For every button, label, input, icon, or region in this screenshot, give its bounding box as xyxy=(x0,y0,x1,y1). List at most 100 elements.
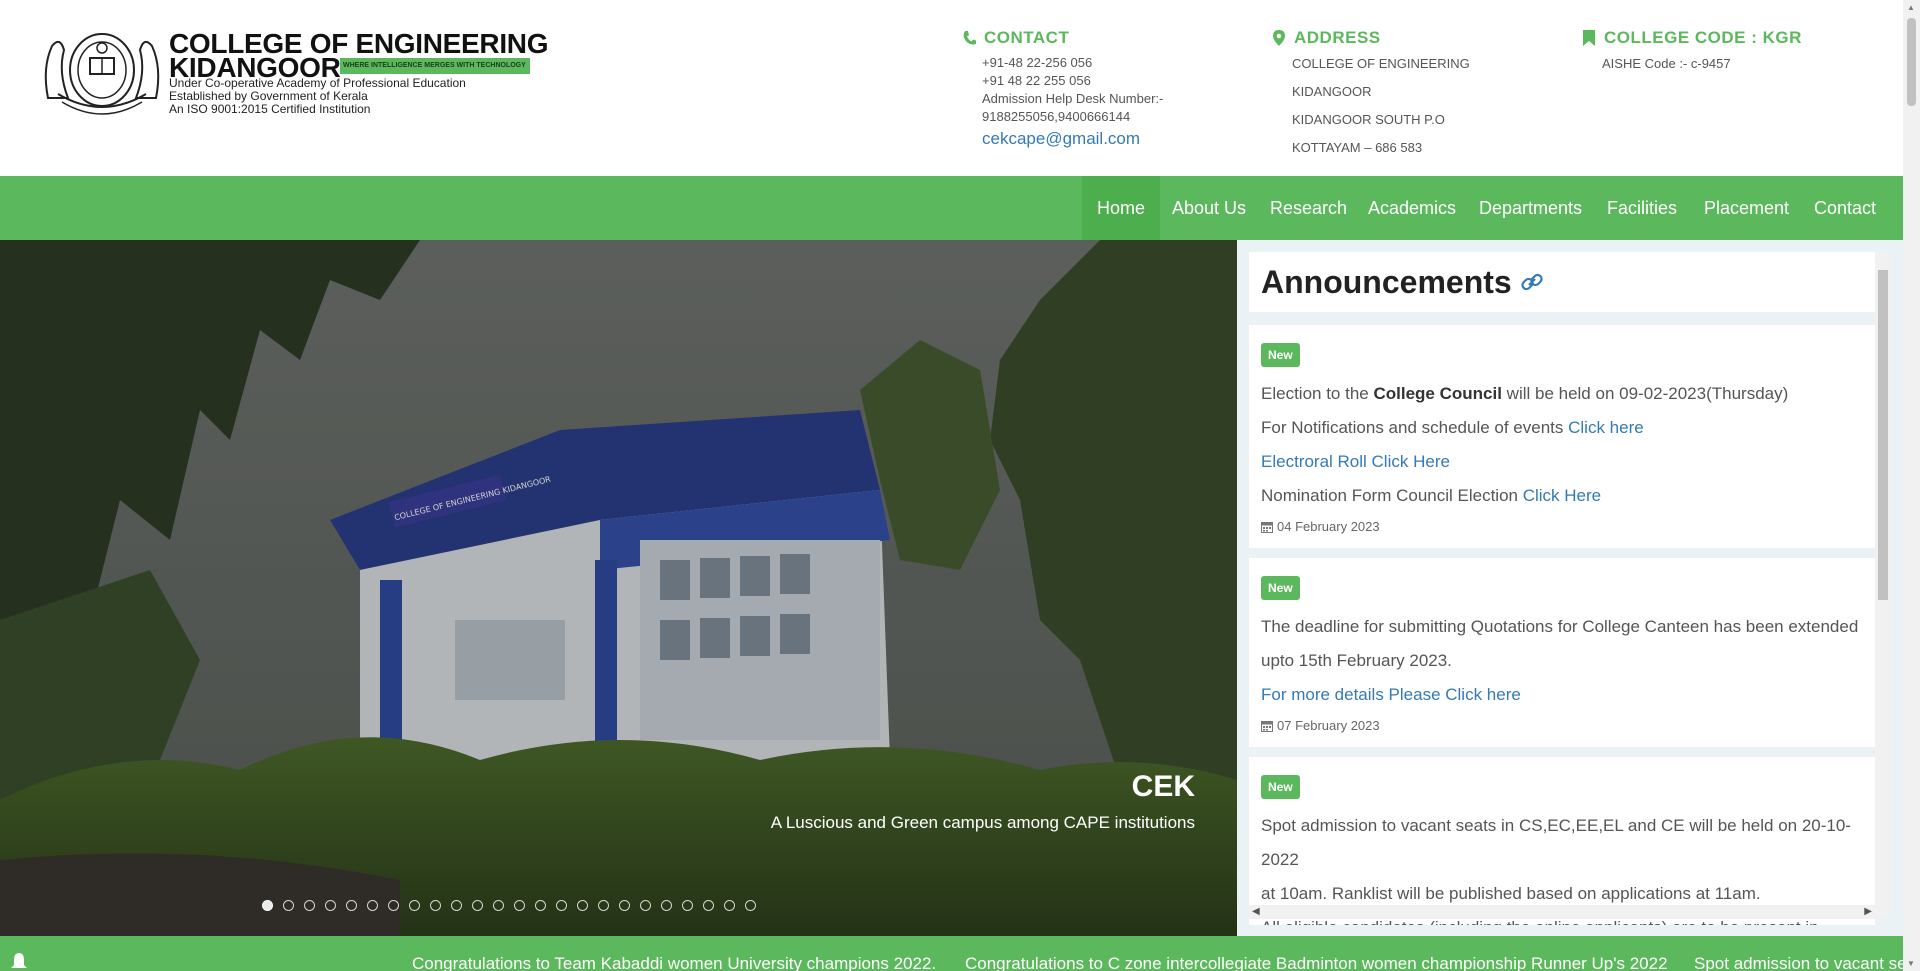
announcement-date-text: 04 February 2023 xyxy=(1277,519,1380,534)
map-marker-icon xyxy=(1273,30,1285,46)
carousel-indicator-14[interactable] xyxy=(535,900,546,911)
scroll-right-arrow-icon[interactable]: ▶ xyxy=(1864,906,1872,917)
college-emblem-icon xyxy=(44,33,160,115)
announcement-date-text: 07 February 2023 xyxy=(1277,718,1380,733)
ticker-item[interactable]: Spot admission to vacant se xyxy=(1694,954,1903,971)
nav-home[interactable]: Home xyxy=(1082,176,1161,240)
bookmark-icon xyxy=(1583,30,1595,46)
announcements-list[interactable]: New Election to the College Council will… xyxy=(1249,325,1875,925)
carousel-indicator-7[interactable] xyxy=(388,900,399,911)
announcement-text-bold: College Council xyxy=(1373,384,1502,403)
carousel-indicator-13[interactable] xyxy=(514,900,525,911)
carousel-indicator-1[interactable] xyxy=(262,900,273,911)
hero-carousel[interactable]: COLLEGE OF ENGINEERING KIDANGOOR CEK A L… xyxy=(0,240,1237,936)
nav-departments[interactable]: Departments xyxy=(1464,176,1597,240)
address-line-2: KIDANGOOR SOUTH P.O xyxy=(1292,112,1445,127)
carousel-indicator-10[interactable] xyxy=(451,900,462,911)
contact-phone-2: +91 48 22 255 056 xyxy=(982,73,1091,88)
carousel-indicator-6[interactable] xyxy=(367,900,378,911)
carousel-indicator-16[interactable] xyxy=(577,900,588,911)
canteen-details-link[interactable]: For more details Please Click here xyxy=(1261,685,1521,704)
nav-contact[interactable]: Contact xyxy=(1799,176,1891,240)
carousel-indicator-15[interactable] xyxy=(556,900,567,911)
announcement-date: 04 February 2023 xyxy=(1261,519,1863,534)
announcement-text: For more details Please Click here xyxy=(1261,678,1863,712)
college-subtitle-1: Under Co-operative Academy of Profession… xyxy=(169,76,466,90)
site-header: COLLEGE OF ENGINEERING KIDANGOOR WHERE I… xyxy=(0,0,1903,176)
aishe-code: AISHE Code :- c-9457 xyxy=(1602,56,1731,71)
carousel-indicator-17[interactable] xyxy=(598,900,609,911)
address-line-1: COLLEGE OF ENGINEERING KIDANGOOR xyxy=(1292,56,1470,99)
announcement-text: Electroral Roll Click Here xyxy=(1261,445,1863,479)
carousel-indicator-22[interactable] xyxy=(703,900,714,911)
college-code-heading-label: COLLEGE CODE : KGR xyxy=(1604,28,1802,47)
contact-phone-1: +91-48 22-256 056 xyxy=(982,55,1093,70)
address-heading: ADDRESS xyxy=(1272,28,1542,48)
notifications-click-here-link[interactable]: Click here xyxy=(1568,418,1644,437)
electoral-roll-link[interactable]: Electroral Roll Click Here xyxy=(1261,452,1450,471)
nav-placement[interactable]: Placement xyxy=(1689,176,1804,240)
college-logo[interactable]: COLLEGE OF ENGINEERING KIDANGOOR WHERE I… xyxy=(38,28,549,123)
announcements-header: Announcements xyxy=(1249,252,1875,312)
nav-academics[interactable]: Academics xyxy=(1353,176,1471,240)
announcement-text: Election to the College Council will be … xyxy=(1261,377,1863,411)
announcements-scroll-thumb[interactable] xyxy=(1878,270,1888,600)
address-line-3: KOTTAYAM – 686 583 xyxy=(1292,140,1423,155)
college-code-heading: COLLEGE CODE : KGR xyxy=(1582,28,1882,48)
nomination-form-link[interactable]: Click Here xyxy=(1523,486,1601,505)
scroll-up-arrow-icon[interactable]: ▲ xyxy=(1907,3,1915,12)
announcements-panel: Announcements New Election to the Colleg… xyxy=(1237,240,1903,936)
announcement-text-pre: For Notifications and schedule of events xyxy=(1261,418,1569,437)
address-heading-label: ADDRESS xyxy=(1294,28,1381,47)
carousel-indicator-8[interactable] xyxy=(409,900,420,911)
admission-helpdesk-numbers: 9188255056,9400666144 xyxy=(982,109,1131,124)
nav-about-us[interactable]: About Us xyxy=(1157,176,1261,240)
page-scrollbar[interactable]: ▲ ▼ xyxy=(1903,0,1920,971)
carousel-indicator-20[interactable] xyxy=(661,900,672,911)
new-badge: New xyxy=(1261,576,1300,600)
carousel-caption-text: A Luscious and Green campus among CAPE i… xyxy=(770,813,1195,832)
contact-heading: CONTACT xyxy=(962,28,1212,48)
nav-facilities[interactable]: Facilities xyxy=(1592,176,1692,240)
announcements-scrollbar[interactable] xyxy=(1875,252,1891,917)
carousel-indicator-12[interactable] xyxy=(493,900,504,911)
announcement-text-post: will be held on 09-02-2023(Thursday) xyxy=(1501,384,1789,403)
scroll-down-arrow-icon[interactable]: ▼ xyxy=(1907,959,1915,968)
carousel-indicator-5[interactable] xyxy=(346,900,357,911)
scroll-left-arrow-icon[interactable]: ◀ xyxy=(1252,906,1260,917)
calendar-icon xyxy=(1261,720,1273,732)
contact-email-link[interactable]: cekcape@gmail.com xyxy=(982,128,1212,150)
announcement-text-pre: Nomination Form Council Election xyxy=(1261,486,1523,505)
new-badge: New xyxy=(1261,343,1300,367)
ticker-item[interactable]: Congratulations to C zone intercollegiat… xyxy=(965,954,1668,971)
announcement-item: New Spot admission to vacant seats in CS… xyxy=(1249,757,1875,925)
link-icon[interactable] xyxy=(1520,270,1544,294)
ticker-item[interactable]: Congratulations to Team Kabaddi women Un… xyxy=(412,954,936,971)
announcements-heading: Announcements xyxy=(1261,263,1512,300)
carousel-indicator-18[interactable] xyxy=(619,900,630,911)
announcement-text: upto 15th February 2023. xyxy=(1261,651,1452,670)
carousel-indicator-3[interactable] xyxy=(304,900,315,911)
carousel-indicator-4[interactable] xyxy=(325,900,336,911)
calendar-icon xyxy=(1261,521,1273,533)
phone-icon xyxy=(963,31,976,45)
contact-block: CONTACT +91-48 22-256 056 +91 48 22 255 … xyxy=(962,28,1212,150)
carousel-indicator-11[interactable] xyxy=(472,900,483,911)
announcement-text: The deadline for submitting Quotations f… xyxy=(1261,617,1859,636)
college-subtitle-2: Established by Government of Kerala xyxy=(169,89,368,103)
nav-research[interactable]: Research xyxy=(1255,176,1362,240)
carousel-indicator-2[interactable] xyxy=(283,900,294,911)
carousel-indicator-24[interactable] xyxy=(745,900,756,911)
college-tagline: WHERE INTELLIGENCE MERGES WITH TECHNOLOG… xyxy=(340,58,530,74)
carousel-indicators xyxy=(262,900,756,911)
announcements-horizontal-scrollbar[interactable]: ◀ ▶ xyxy=(1249,905,1875,919)
carousel-indicator-19[interactable] xyxy=(640,900,651,911)
contact-heading-label: CONTACT xyxy=(984,28,1070,47)
announcement-date: 07 February 2023 xyxy=(1261,718,1863,733)
carousel-indicator-21[interactable] xyxy=(682,900,693,911)
carousel-indicator-9[interactable] xyxy=(430,900,441,911)
carousel-indicator-23[interactable] xyxy=(724,900,735,911)
main-navigation: Home About Us Research Academics Departm… xyxy=(0,176,1903,240)
page-scroll-thumb[interactable] xyxy=(1907,18,1916,106)
announcement-text: Spot admission to vacant seats in CS,EC,… xyxy=(1261,816,1851,869)
